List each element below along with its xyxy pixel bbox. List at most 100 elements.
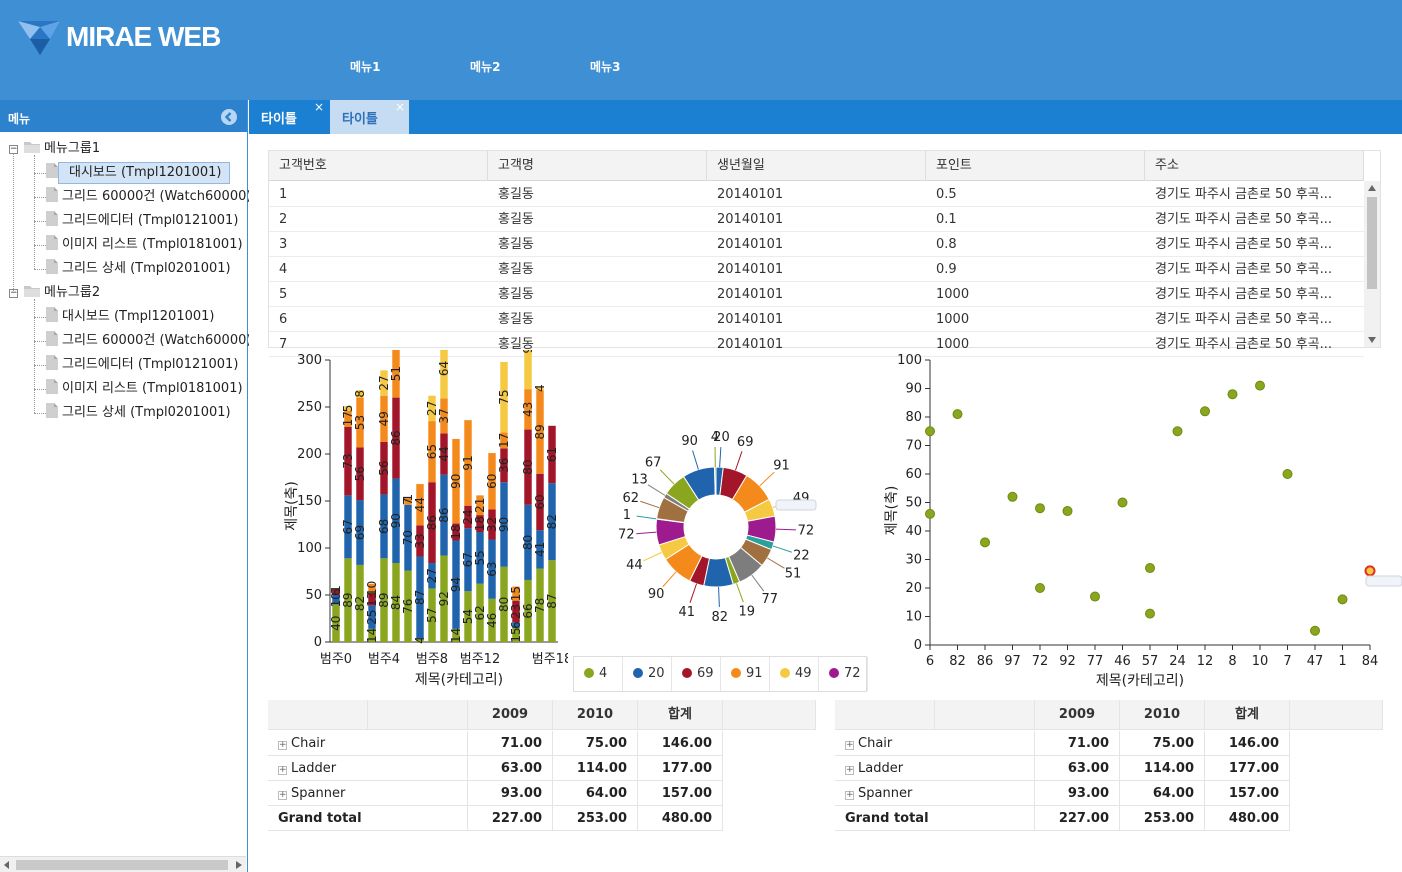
close-icon[interactable]: ×: [395, 100, 405, 114]
scatter-point[interactable]: [1172, 426, 1183, 437]
legend-item[interactable]: 91: [721, 657, 770, 691]
pivot-header-cell[interactable]: [723, 700, 816, 730]
left-panel-scrollbar[interactable]: [0, 856, 246, 872]
scatter-point[interactable]: [952, 409, 963, 420]
scroll-up-icon[interactable]: [1368, 185, 1376, 191]
slice-label: 69: [737, 435, 754, 450]
legend-item[interactable]: 4: [574, 657, 623, 691]
tree-group-1[interactable]: 메뉴그룹1: [24, 137, 104, 161]
tree-item[interactable]: 그리드 상세 (Tmpl0201001): [46, 257, 235, 281]
document-icon: [46, 307, 58, 324]
expand-icon[interactable]: +: [845, 741, 854, 750]
pivot-header-cell[interactable]: 2010: [553, 700, 638, 730]
app-logo[interactable]: MIRAE WEB: [16, 16, 221, 58]
table-row[interactable]: 4 홍길동 20140101 0.9 경기도 파주시 금촌로 50 후곡...: [269, 257, 1364, 282]
tab-title-2[interactable]: 타이틀 ×: [330, 100, 409, 134]
pivot-value-cell: 63.00: [1035, 756, 1120, 781]
pivot-row-header[interactable]: + Spanner: [268, 781, 468, 806]
pivot-header-cell[interactable]: 합계: [638, 700, 723, 730]
pivot-header-cell[interactable]: [1290, 700, 1383, 730]
pivot-header-cell[interactable]: [935, 700, 1035, 730]
scrollbar-thumb[interactable]: [1367, 197, 1377, 289]
table-row[interactable]: 6 홍길동 20140101 1000 경기도 파주시 금촌로 50 후곡...: [269, 307, 1364, 332]
tab-title-1[interactable]: 타이틀 ×: [249, 100, 328, 132]
tree-item[interactable]: 그리드 60000건 (Watch60000): [46, 185, 255, 209]
scatter-point[interactable]: [1035, 503, 1045, 514]
legend-item[interactable]: 69: [672, 657, 721, 691]
table-row[interactable]: 1 홍길동 20140101 0.5 경기도 파주시 금촌로 50 후곡...: [269, 182, 1364, 207]
grid-col-header[interactable]: 고객번호: [269, 151, 488, 181]
grid-col-header[interactable]: 주소: [1145, 151, 1364, 181]
legend-item[interactable]: 20: [623, 657, 672, 691]
scrollbar-thumb[interactable]: [16, 860, 228, 870]
scatter-point[interactable]: [1310, 625, 1320, 636]
pivot-header-cell[interactable]: 2009: [468, 700, 553, 730]
table-row[interactable]: 2 홍길동 20140101 0.1 경기도 파주시 금촌로 50 후곡...: [269, 207, 1364, 232]
tree-item[interactable]: 그리드에디터 (Tmpl0121001): [46, 209, 242, 233]
pivot-header-cell[interactable]: 합계: [1205, 700, 1290, 730]
scatter-point[interactable]: [1337, 594, 1348, 605]
pivot-header-cell[interactable]: 2009: [1035, 700, 1120, 730]
tree-item[interactable]: 그리드에디터 (Tmpl0121001): [46, 353, 242, 377]
grid-col-header[interactable]: 생년월일: [707, 151, 926, 181]
expand-icon[interactable]: +: [845, 791, 854, 800]
scroll-right-icon[interactable]: [236, 861, 242, 869]
scatter-point[interactable]: [1117, 497, 1128, 508]
bar-data-label: 60: [533, 494, 547, 509]
scatter-point[interactable]: [1282, 469, 1293, 479]
tree-item-label: 이미지 리스트 (Tmpl0181001): [62, 237, 243, 252]
tree-item[interactable]: 그리드 상세 (Tmpl0201001): [46, 401, 235, 425]
pivot-row-header[interactable]: + Ladder: [835, 756, 1035, 781]
top-menu-2[interactable]: 메뉴2: [470, 58, 500, 75]
scatter-point[interactable]: [1145, 608, 1155, 619]
pivot-row-header[interactable]: + Chair: [835, 731, 1035, 756]
grid-col-header[interactable]: 포인트: [926, 151, 1145, 181]
scatter-point[interactable]: [1145, 563, 1155, 574]
tree-item[interactable]: 대시보드 (Tmpl1201001): [46, 305, 218, 329]
expand-icon[interactable]: +: [845, 766, 854, 775]
grid-scrollbar[interactable]: [1364, 181, 1380, 347]
scatter-point[interactable]: [1007, 491, 1018, 502]
donut-slice[interactable]: [714, 466, 717, 496]
bar-data-label: 89: [533, 424, 547, 439]
close-icon[interactable]: ×: [314, 100, 324, 114]
tree-item[interactable]: 이미지 리스트 (Tmpl0181001): [46, 233, 247, 257]
collapse-panel-icon[interactable]: [221, 109, 237, 125]
scatter-point[interactable]: [1062, 506, 1073, 517]
grid-col-header[interactable]: 고객명: [488, 151, 707, 181]
pivot-row-header[interactable]: + Ladder: [268, 756, 468, 781]
scroll-left-icon[interactable]: [4, 861, 10, 869]
pivot-row-header[interactable]: + Spanner: [835, 781, 1035, 806]
tree-group-2[interactable]: 메뉴그룹2: [24, 281, 104, 305]
tree-item[interactable]: 대시보드 (Tmpl1201001): [46, 161, 231, 185]
pivot-header-cell[interactable]: [835, 700, 935, 730]
scatter-point[interactable]: [1227, 389, 1238, 400]
scatter-point[interactable]: [925, 508, 935, 519]
bar-data-label: 86: [437, 507, 451, 522]
pivot-header-cell[interactable]: [368, 700, 468, 730]
pivot-header-cell[interactable]: 2010: [1120, 700, 1205, 730]
scatter-point[interactable]: [1364, 565, 1376, 577]
scatter-point[interactable]: [1255, 380, 1265, 391]
legend-item[interactable]: 72: [819, 657, 868, 691]
top-menu-3[interactable]: 메뉴3: [590, 58, 620, 75]
table-row[interactable]: 3 홍길동 20140101 0.8 경기도 파주시 금촌로 50 후곡...: [269, 232, 1364, 257]
scatter-point[interactable]: [925, 426, 935, 437]
bar-segment[interactable]: [524, 350, 532, 390]
pivot-row-header[interactable]: + Chair: [268, 731, 468, 756]
scatter-point[interactable]: [980, 537, 990, 548]
scroll-down-icon[interactable]: [1368, 337, 1376, 343]
tree-item[interactable]: 이미지 리스트 (Tmpl0181001): [46, 377, 247, 401]
top-menu-1[interactable]: 메뉴1: [350, 58, 380, 75]
scatter-point[interactable]: [1200, 406, 1210, 417]
pivot-header-cell[interactable]: [268, 700, 368, 730]
table-row[interactable]: 5 홍길동 20140101 1000 경기도 파주시 금촌로 50 후곡...: [269, 282, 1364, 307]
scatter-point[interactable]: [1090, 591, 1100, 602]
bar-data-label: 75: [497, 389, 511, 404]
expand-icon[interactable]: +: [278, 791, 287, 800]
tree-item[interactable]: 그리드 60000건 (Watch60000): [46, 329, 255, 353]
legend-item[interactable]: 49: [770, 657, 819, 691]
scatter-point[interactable]: [1035, 583, 1045, 593]
expand-icon[interactable]: +: [278, 741, 287, 750]
expand-icon[interactable]: +: [278, 766, 287, 775]
